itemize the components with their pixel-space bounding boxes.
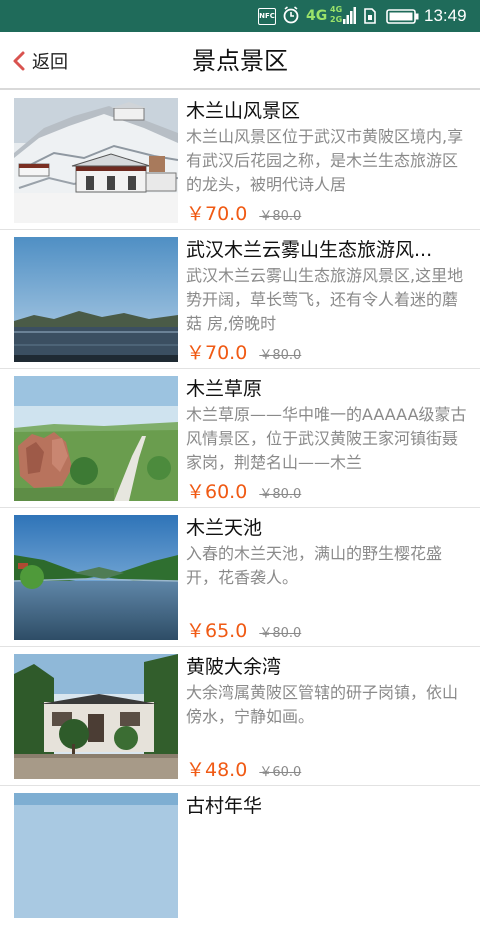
item-description: 大余湾属黄陂区管辖的研子岗镇，依山傍水，宁静如画。 (186, 683, 459, 726)
list-item[interactable]: 武汉木兰云雾山生态旅游风... 武汉木兰云雾山生态旅游风景区,这里地势开阔，草长… (0, 231, 480, 369)
item-original-price: ￥60.0 (259, 765, 302, 780)
scenic-photo (14, 515, 178, 640)
battery-icon (386, 0, 420, 32)
page-title: 景点景区 (192, 47, 288, 75)
item-description: 木兰山风景区位于武汉市黄陂区境内,享有武汉后花园之称，是木兰生态旅游区的龙头，被… (186, 127, 464, 194)
item-price: ￥70.0 (186, 342, 248, 364)
scenic-photo (14, 237, 178, 362)
list-item[interactable]: 木兰天池 入春的木兰天池，满山的野生樱花盛开，花香袭人。 ￥65.0 ￥80.0 (0, 509, 480, 647)
chevron-left-icon (10, 49, 30, 73)
item-title: 木兰天池 (186, 517, 263, 539)
scenic-photo (14, 376, 178, 501)
app-header: 返回 景点景区 (0, 32, 480, 90)
item-description: 武汉木兰云雾山生态旅游风景区,这里地势开阔，草长莺飞，还有令人着迷的蘑菇 房,傍… (186, 266, 464, 333)
item-title: 木兰山风景区 (186, 100, 301, 122)
back-label: 返回 (32, 52, 68, 73)
list-item[interactable]: 木兰山风景区 木兰山风景区位于武汉市黄陂区境内,享有武汉后花园之称，是木兰生态旅… (0, 92, 480, 230)
nfc-icon: NFC (258, 8, 276, 25)
item-original-price: ￥80.0 (259, 209, 302, 224)
item-price: ￥48.0 (186, 759, 248, 781)
item-title: 古村年华 (186, 795, 263, 817)
item-description: 入春的木兰天池，满山的野生樱花盛开，花香袭人。 (186, 544, 443, 587)
list-item[interactable]: 古村年华 (0, 787, 480, 925)
item-original-price: ￥80.0 (259, 487, 302, 502)
item-price: ￥65.0 (186, 620, 248, 642)
status-bar: NFC 4G 4G 2G 13:49 (0, 0, 480, 32)
item-price: ￥60.0 (186, 481, 248, 503)
alarm-icon (282, 0, 300, 32)
sim-icon (362, 0, 378, 32)
item-title: 武汉木兰云雾山生态旅游风... (186, 239, 433, 261)
item-description: 木兰草原——华中唯一的AAAAA级蒙古风情景区，位于武汉黄陂王家河镇街聂家岗，荆… (186, 405, 467, 472)
item-price: ￥70.0 (186, 203, 248, 225)
item-title: 木兰草原 (186, 378, 263, 400)
scenic-photo (14, 793, 178, 918)
item-original-price: ￥80.0 (259, 348, 302, 363)
list-item[interactable]: 木兰草原 木兰草原——华中唯一的AAAAA级蒙古风情景区，位于武汉黄陂王家河镇街… (0, 370, 480, 508)
item-original-price: ￥80.0 (259, 626, 302, 641)
scenic-photo (14, 654, 178, 779)
network-4g-label: 4G (306, 8, 328, 24)
back-button[interactable]: 返回 (10, 32, 68, 90)
clock-time: 13:49 (424, 6, 467, 25)
scenic-photo (14, 98, 178, 223)
list-item[interactable]: 黄陂大余湾 大余湾属黄陂区管辖的研子岗镇，依山傍水，宁静如画。 ￥48.0 ￥60… (0, 648, 480, 786)
item-title: 黄陂大余湾 (186, 656, 282, 678)
